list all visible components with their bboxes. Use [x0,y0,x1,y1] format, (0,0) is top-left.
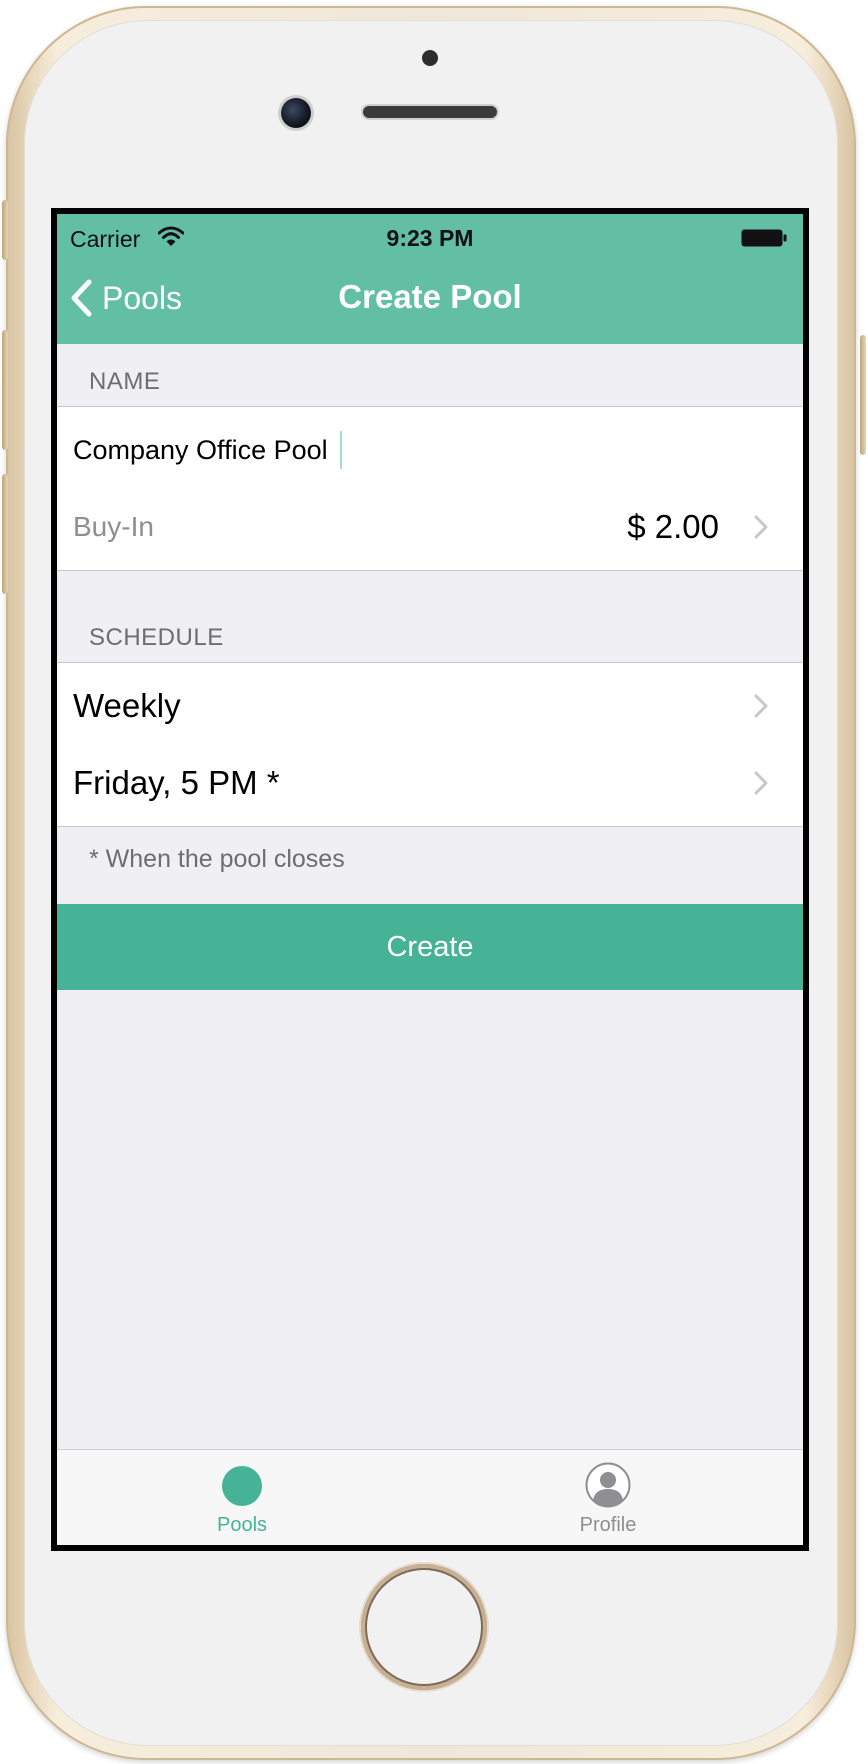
tab-pools[interactable]: Pools [142,1450,342,1545]
buyin-cell[interactable]: Buy-In $ 2.00 [57,484,803,571]
status-time: 9:23 PM [386,225,474,251]
name-cell [57,406,803,493]
chevron-right-icon [754,771,768,795]
frequency-cell[interactable]: Weekly [57,662,803,749]
earpiece-speaker [363,106,497,118]
create-button[interactable]: Create [57,904,803,990]
tab-profile[interactable]: Profile [508,1450,708,1545]
volume-up-button [2,330,8,450]
profile-avatar-icon [585,1462,631,1508]
tab-pools-label: Pools [216,1514,268,1536]
home-button[interactable] [361,1564,487,1690]
schedule-footnote: * When the pool closes [89,845,345,873]
app-screen: Carrier 9:23 PM Pools Create Pool NAME B… [57,214,803,1545]
proximity-sensor [422,50,438,66]
pools-dot-icon [222,1466,262,1506]
chevron-right-icon [754,694,768,718]
section-header-name: NAME [89,368,161,395]
frequency-value: Weekly [73,687,181,724]
buyin-value: $ 2.00 [627,508,719,545]
navigation-bar: Carrier 9:23 PM Pools Create Pool [57,214,803,344]
close-time-cell[interactable]: Friday, 5 PM * [57,740,803,827]
tab-bar: Pools Profile [57,1449,803,1545]
front-camera-icon [281,98,311,128]
chevron-right-icon [754,515,768,539]
mute-switch [2,200,8,260]
section-header-schedule: SCHEDULE [89,624,224,651]
buyin-label: Buy-In [73,511,154,542]
text-cursor [340,431,342,469]
page-title: Create Pool [338,278,522,315]
volume-down-button [2,474,8,594]
tab-profile-label: Profile [579,1514,637,1536]
close-time-value: Friday, 5 PM * [73,764,280,801]
power-button [860,335,866,455]
battery-icon [741,229,787,247]
pool-name-input[interactable] [73,407,753,493]
